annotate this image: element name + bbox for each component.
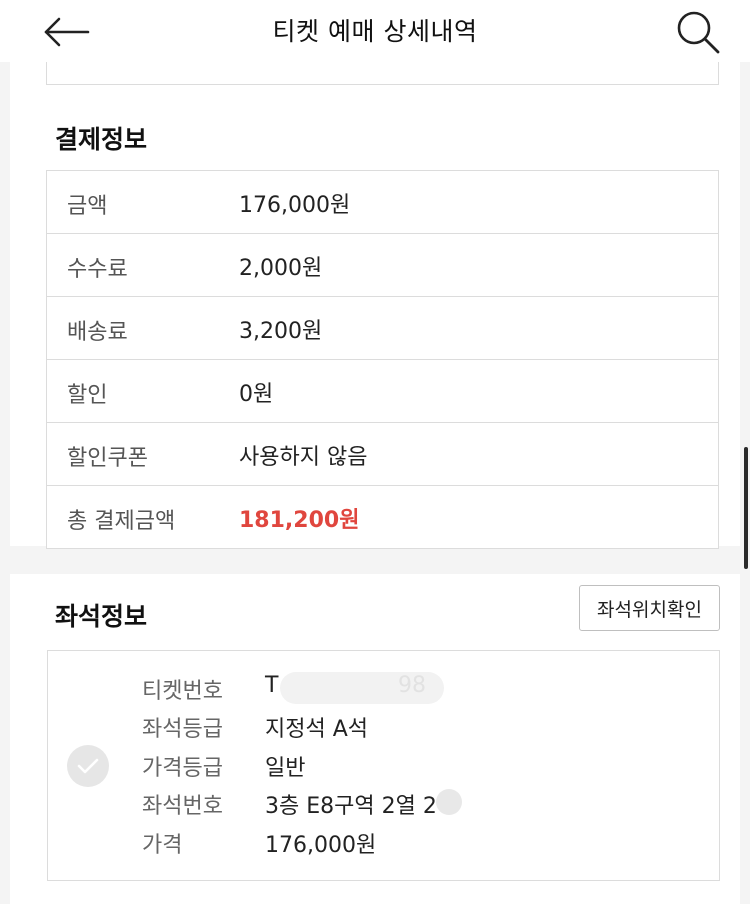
price-value: 176,000원 [265, 833, 377, 858]
payment-row-value: 사용하지 않음 [239, 445, 368, 470]
payment-row-label: 할인 [67, 383, 108, 408]
payment-row-label: 수수료 [67, 257, 128, 282]
magnifier-icon [677, 11, 720, 54]
payment-row-label: 금액 [67, 194, 108, 219]
ticket-number-suffix: 98 [398, 673, 426, 698]
ticket-number-label: 티켓번호 [142, 679, 223, 704]
seat-section-title: 좌석정보 [55, 602, 148, 631]
payment-row-value: 2,000원 [239, 256, 323, 281]
seat-location-button[interactable]: 좌석위치확인 [579, 585, 720, 631]
check-icon [77, 758, 99, 774]
page-title: 티켓 예매 상세내역 [272, 17, 478, 46]
search-button[interactable] [670, 6, 726, 58]
payment-row-label: 배송료 [67, 320, 128, 345]
app-header: 티켓 예매 상세내역 [0, 0, 750, 62]
payment-row-discount: 할인 0원 [47, 360, 718, 423]
payment-table: 금액 176,000원 수수료 2,000원 배송료 3,200원 할인 0원 … [46, 170, 719, 549]
redaction-mask [436, 789, 462, 815]
payment-row-label: 할인쿠폰 [67, 446, 148, 471]
payment-row-value: 3,200원 [239, 319, 323, 344]
payment-row-amount: 금액 176,000원 [47, 171, 718, 234]
seat-grade-label: 좌석등급 [142, 717, 223, 742]
payment-row-shipping: 배송료 3,200원 [47, 297, 718, 360]
seat-select-checkbox[interactable] [67, 745, 109, 787]
price-grade-value: 일반 [265, 756, 306, 781]
scrollbar-thumb[interactable] [744, 447, 748, 569]
previous-section-edge [46, 62, 719, 85]
payment-row-value: 176,000원 [239, 193, 351, 218]
payment-row-fee: 수수료 2,000원 [47, 234, 718, 297]
price-label: 가격 [142, 833, 183, 858]
payment-row-coupon: 할인쿠폰 사용하지 않음 [47, 423, 718, 486]
payment-section-title: 결제정보 [55, 125, 148, 154]
payment-row-label: 총 결제금액 [67, 509, 176, 534]
price-grade-label: 가격등급 [142, 756, 223, 781]
payment-row-value: 0원 [239, 382, 274, 407]
seat-grade-value: 지정석 A석 [265, 717, 369, 742]
total-amount-value: 181,200원 [239, 508, 360, 533]
seat-number-label: 좌석번호 [142, 794, 223, 819]
ticket-number-prefix: T [265, 673, 279, 698]
payment-row-total: 총 결제금액 181,200원 [47, 486, 718, 549]
seat-number-value: 3층 E8구역 2열 2 [265, 794, 437, 819]
